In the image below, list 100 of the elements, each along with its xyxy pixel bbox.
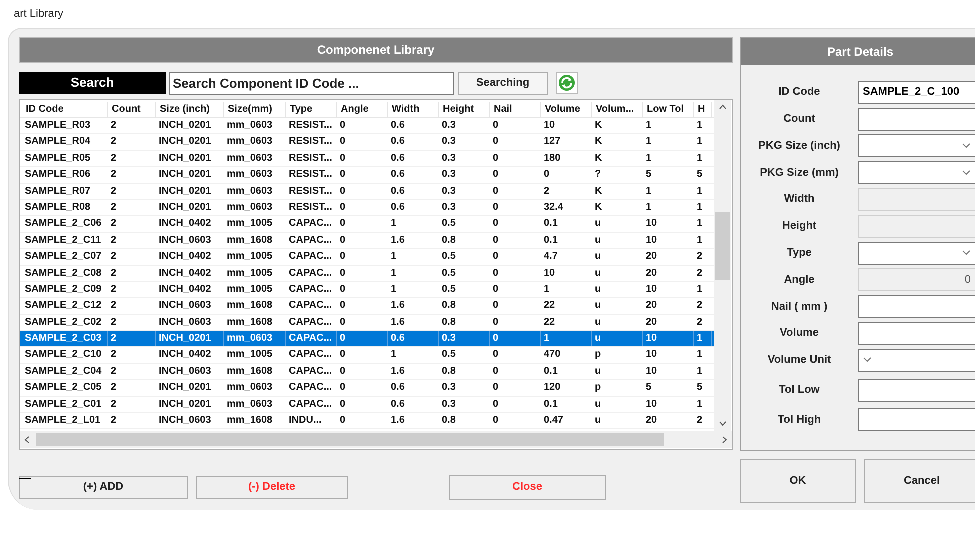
- table-cell-text: INCH_0402: [158, 217, 212, 232]
- table-cell-text: u: [594, 282, 602, 297]
- table-cell-text: 0: [339, 152, 347, 166]
- readonly-field[interactable]: 0: [858, 268, 975, 292]
- scroll-thumb[interactable]: [715, 212, 730, 280]
- table-row[interactable]: SAMPLE_R06 2 INCH_0201 mm_0603 RESIST... 0 0.6 0.3 0 0 ? 5 5: [20, 167, 714, 184]
- dialog-button[interactable]: Cancel: [864, 459, 975, 503]
- table-row[interactable]: SAMPLE_R08 2 INCH_0201 mm_0603 RESIST... 0 0.6 0.3 0 32.4 K 1 1: [20, 200, 714, 216]
- table-row[interactable]: SAMPLE_R07 2 INCH_0201 mm_0603 RESIST... 0 0.6 0.3 0 2 K 1 1: [20, 184, 714, 200]
- table-row[interactable]: SAMPLE_2_C12 2 INCH_0603 mm_1608 CAPAC... 0 1.6 0.8 0 22 u 20 2: [20, 298, 714, 315]
- table-row[interactable]: SAMPLE_R03 2 INCH_0201 mm_0603 RESIST... 0 0.6 0.3 0 10 K 1 1: [20, 118, 714, 134]
- column-header[interactable]: Size (inch): [156, 102, 224, 118]
- table-cell-text: 0.1: [543, 217, 559, 232]
- table-row[interactable]: SAMPLE_2_C03 2 INCH_0201 mm_0603 CAPAC... 0 0.6 0.3 0 1 u 10 1: [20, 331, 714, 348]
- searching-button[interactable]: Searching: [458, 72, 548, 94]
- table-cell: 0: [337, 331, 388, 346]
- dash-icon: [19, 478, 31, 479]
- column-header[interactable]: Angle: [337, 102, 388, 118]
- text-field[interactable]: [858, 108, 975, 131]
- table-row[interactable]: SAMPLE_R04 2 INCH_0201 mm_0603 RESIST... 0 0.6 0.3 0 127 K 1 1: [20, 134, 714, 151]
- table-cell-text: 0.6: [390, 119, 406, 133]
- table-cell-text: CAPAC...: [288, 250, 334, 264]
- table-row[interactable]: SAMPLE_2_C01 2 INCH_0201 mm_0603 CAPAC... 0 0.6 0.3 0 0.1 u 10 1: [20, 396, 714, 414]
- table-row[interactable]: SAMPLE_2_C06 2 INCH_0402 mm_1005 CAPAC... 0 1 0.5 0 0.1 u 10 1: [20, 216, 714, 233]
- text-field[interactable]: [858, 408, 975, 432]
- dropdown-field[interactable]: [858, 348, 975, 372]
- table-cell-text: INCH_0402: [158, 250, 212, 264]
- table-cell: 0.3: [439, 331, 490, 346]
- table-cell-text: ?: [594, 168, 602, 182]
- action-button[interactable]: (+) ADD: [19, 476, 188, 499]
- table-row[interactable]: SAMPLE_2_L01 2 INCH_0603 mm_1608 INDU... 0 1.6 0.8 0 0.47 u 20 2: [20, 413, 714, 430]
- scroll-right-icon[interactable]: [722, 436, 728, 444]
- table-cell-text: 2: [110, 184, 118, 199]
- readonly-field[interactable]: [858, 188, 975, 212]
- column-header[interactable]: Count: [108, 102, 156, 118]
- table-row[interactable]: SAMPLE_2_C11 2 INCH_0603 mm_1608 CAPAC... 0 1.6 0.8 0 0.1 u 10 1: [20, 232, 714, 250]
- chevron-down-icon: [863, 357, 872, 364]
- table-cell-text: INDU...: [288, 414, 323, 428]
- table-cell-text: 0.6: [390, 381, 406, 396]
- column-header[interactable]: ID Code: [22, 102, 108, 118]
- table-cell-text: 2: [110, 152, 118, 166]
- dialog-button[interactable]: OK: [740, 459, 856, 503]
- field-label: Angle: [784, 272, 815, 288]
- dropdown-field[interactable]: [858, 242, 975, 265]
- table-row[interactable]: SAMPLE_R05 2 INCH_0201 mm_0603 RESIST... 0 0.6 0.3 0 180 K 1 1: [20, 150, 714, 168]
- column-header[interactable]: Volum...: [592, 102, 643, 118]
- table-row[interactable]: SAMPLE_2_C08 2 INCH_0402 mm_1005 CAPAC... 0 1 0.5 0 10 u 20 2: [20, 266, 714, 282]
- search-field[interactable]: Search Component ID Code ...: [169, 72, 454, 94]
- vertical-scrollbar[interactable]: [714, 100, 731, 431]
- table-row[interactable]: SAMPLE_2_C07 2 INCH_0402 mm_1005 CAPAC... 0 1 0.5 0 4.7 u 20 2: [20, 249, 714, 266]
- column-header[interactable]: Low Tol: [643, 102, 694, 118]
- table-cell-text: u: [594, 364, 602, 379]
- table-row[interactable]: SAMPLE_2_C05 2 INCH_0201 mm_0603 CAPAC... 0 0.6 0.3 0 120 p 5 5: [20, 380, 714, 397]
- dropdown-field[interactable]: [858, 134, 975, 158]
- column-header[interactable]: Type: [286, 102, 337, 118]
- column-header[interactable]: Volume: [541, 102, 592, 118]
- scroll-down-icon[interactable]: [718, 421, 726, 427]
- table-cell-text: SAMPLE_2_L01: [24, 414, 102, 428]
- table-cell-text: CAPAC...: [288, 299, 334, 314]
- column-header[interactable]: Size(mm): [224, 102, 286, 118]
- scroll-up-icon[interactable]: [718, 104, 726, 110]
- table-row[interactable]: SAMPLE_2_C10 2 INCH_0402 mm_1005 CAPAC... 0 1 0.5 0 470 p 10 1: [20, 347, 714, 364]
- table-cell-text: CAPAC...: [288, 348, 334, 362]
- table-cell-text: CAPAC...: [288, 381, 334, 396]
- text-field[interactable]: [858, 378, 975, 402]
- table-cell-text: SAMPLE_2_C08: [24, 266, 103, 281]
- horizontal-scrollbar[interactable]: [20, 431, 732, 448]
- table-cell-text: 2: [110, 348, 118, 362]
- table-cell-text: u: [594, 234, 602, 248]
- readonly-field[interactable]: [858, 214, 975, 238]
- table-cell-text: 0.6: [390, 398, 406, 412]
- table-cell-text: INCH_0402: [158, 266, 212, 281]
- column-header[interactable]: Nail: [490, 102, 541, 118]
- text-field[interactable]: [858, 322, 975, 346]
- table-cell-text: 0: [339, 234, 347, 248]
- field-label: Type: [787, 246, 812, 261]
- table-row[interactable]: SAMPLE_2_C09 2 INCH_0402 mm_1005 CAPAC... 0 1 0.5 0 1 u 10 1: [20, 282, 714, 298]
- panel-title: Componenet Library: [317, 42, 435, 59]
- scroll-left-icon[interactable]: [24, 436, 30, 444]
- column-header[interactable]: Height: [439, 102, 490, 118]
- table-row[interactable]: SAMPLE_2_C04 2 INCH_0603 mm_1608 CAPAC... 0 1.6 0.8 0 0.1 u 10 1: [20, 364, 714, 380]
- table-cell-text: 0.8: [441, 299, 457, 314]
- table-cell-text: 2: [110, 364, 118, 379]
- table-cell: 2: [108, 331, 156, 346]
- table-cell-text: CAPAC...: [288, 217, 334, 232]
- table-cell-text: K: [594, 184, 604, 199]
- table-cell-text: 20: [645, 299, 658, 314]
- scroll-thumb[interactable]: [36, 433, 664, 446]
- text-field[interactable]: [858, 295, 975, 318]
- table-cell-text: 10: [645, 234, 658, 248]
- column-header[interactable]: Width: [388, 102, 439, 118]
- text-field[interactable]: SAMPLE_2_C_100: [858, 80, 975, 104]
- dropdown-field[interactable]: [858, 161, 975, 184]
- table-cell-text: 0: [492, 266, 500, 281]
- refresh-icon[interactable]: [556, 72, 578, 94]
- table-cell-text: SAMPLE_2_C01: [24, 398, 103, 412]
- table-cell-text: RESIST...: [288, 168, 334, 182]
- column-header[interactable]: H: [694, 102, 712, 118]
- table-cell-text: 0: [339, 250, 347, 264]
- table-cell-text: 0.5: [441, 217, 457, 232]
